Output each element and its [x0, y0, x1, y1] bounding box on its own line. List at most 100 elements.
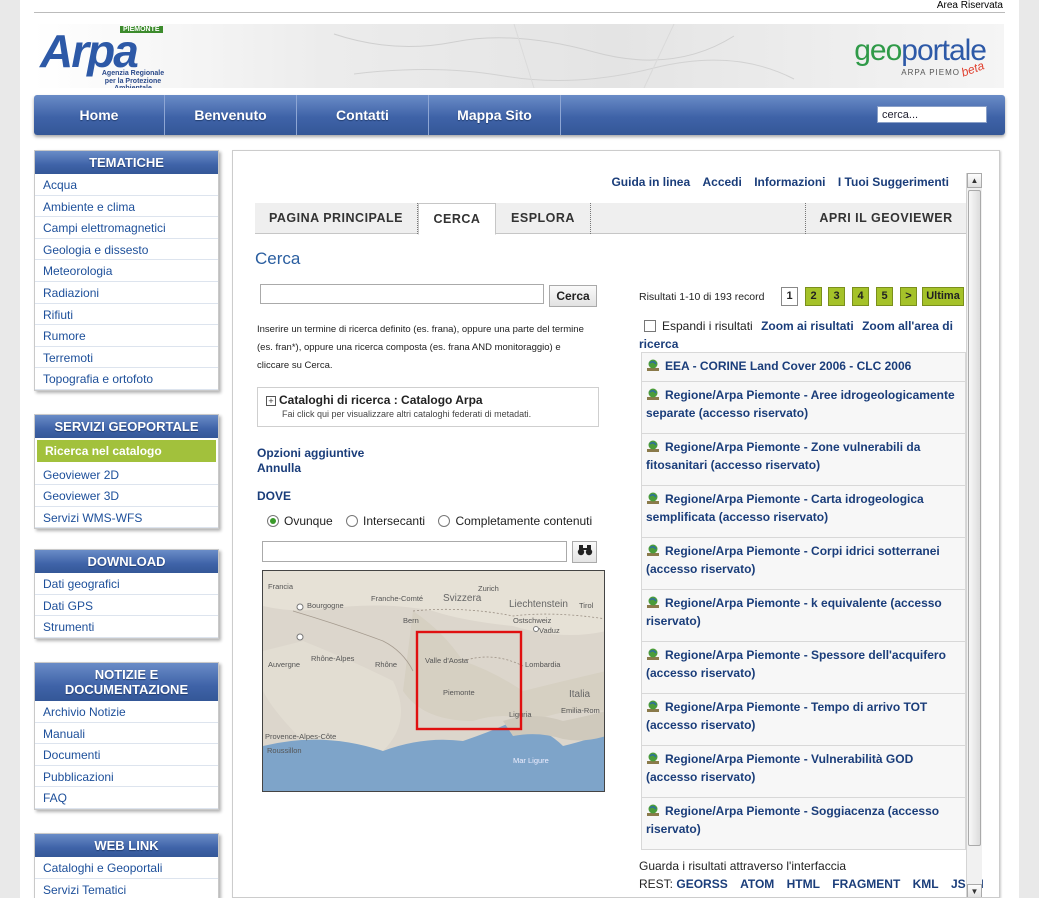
page-next[interactable]: >: [900, 287, 917, 306]
sidebar-weblink: WEB LINK Cataloghi e Geoportali Servizi …: [34, 833, 219, 898]
sidebar-item-geologia[interactable]: Geologia e dissesto: [35, 239, 218, 261]
expand-results-checkbox[interactable]: [644, 320, 656, 332]
binoculars-icon[interactable]: [572, 541, 597, 563]
results-count: Risultati 1-10 di 193 record: [639, 291, 765, 303]
sidebar-item-ricerca-catalogo[interactable]: Ricerca nel catalogo: [37, 440, 216, 462]
result-link[interactable]: Regione/Arpa Piemonte - Tempo di arrivo …: [646, 700, 927, 732]
link-guida[interactable]: Guida in linea: [611, 175, 690, 189]
scroll-up-icon[interactable]: ▲: [967, 173, 982, 188]
sidebar-item-rumore[interactable]: Rumore: [35, 325, 218, 347]
zoom-area-link[interactable]: Zoom all'area di: [862, 319, 953, 333]
sidebar-item-radiazioni[interactable]: Radiazioni: [35, 282, 218, 304]
catalog-box[interactable]: + Cataloghi di ricerca : Catalogo Arpa Fa…: [257, 387, 599, 427]
sidebar-item-terremoti[interactable]: Terremoti: [35, 347, 218, 369]
top-divider: [34, 12, 1005, 13]
geoportale-logo[interactable]: geoportale ARPA PIEMO beta: [816, 34, 987, 84]
expand-plus-icon[interactable]: +: [266, 395, 276, 406]
map-label-vaduz: Vaduz: [539, 626, 560, 635]
sidebar-item-topografia[interactable]: Topografia e ortofoto: [35, 368, 218, 390]
sidebar-item-cataloghi-geoportali[interactable]: Cataloghi e Geoportali: [35, 857, 218, 879]
result-link[interactable]: Regione/Arpa Piemonte - Vulnerabilità GO…: [646, 752, 913, 784]
sidebar-item-strumenti[interactable]: Strumenti: [35, 616, 218, 638]
sidebar-item-dati-gps[interactable]: Dati GPS: [35, 595, 218, 617]
sidebar-item-dati-geografici[interactable]: Dati geografici: [35, 573, 218, 595]
arpa-logo[interactable]: Arpa PIEMONTE Agenzia Regionale per la P…: [38, 25, 176, 88]
rest-kml-link[interactable]: KML: [913, 877, 939, 891]
main-panel: Guida in linea Accedi Informazioni I Tuo…: [232, 150, 1000, 898]
page-2[interactable]: 2: [805, 287, 822, 306]
tab-apri-geoviewer[interactable]: APRI IL GEOVIEWER: [805, 203, 967, 234]
tab-esplora[interactable]: ESPLORA: [496, 203, 591, 234]
search-button[interactable]: Cerca: [549, 285, 597, 307]
result-link[interactable]: Regione/Arpa Piemonte - Spessore dell'ac…: [646, 648, 946, 680]
sidebar-item-pubblicazioni[interactable]: Pubblicazioni: [35, 766, 218, 788]
list-item: Regione/Arpa Piemonte - Tempo di arrivo …: [641, 694, 966, 746]
zoom-area-link-2[interactable]: ricerca: [639, 337, 678, 351]
map-label-rhone: Rhône: [375, 660, 397, 669]
sidebar-item-documenti[interactable]: Documenti: [35, 744, 218, 766]
sidebar-item-rifiuti[interactable]: Rifiuti: [35, 304, 218, 326]
sidebar-item-servizi-wms-wfs[interactable]: Servizi WMS-WFS: [35, 507, 218, 529]
sidebar-item-geoviewer-3d[interactable]: Geoviewer 3D: [35, 485, 218, 507]
sidebar-item-acqua[interactable]: Acqua: [35, 174, 218, 196]
sidebar-tematiche-title: TEMATICHE: [35, 151, 218, 174]
tab-cerca[interactable]: CERCA: [418, 203, 496, 235]
location-search-input[interactable]: [262, 541, 567, 562]
result-link[interactable]: Regione/Arpa Piemonte - Aree idrogeologi…: [646, 388, 955, 420]
nav-home[interactable]: Home: [34, 95, 165, 135]
scroll-down-icon[interactable]: ▼: [967, 884, 982, 897]
sidebar-notizie-title-1: NOTIZIE E: [94, 667, 159, 682]
sidebar-item-manuali[interactable]: Manuali: [35, 723, 218, 745]
link-accedi[interactable]: Accedi: [702, 175, 741, 189]
reserved-area-link[interactable]: Area Riservata: [937, 0, 1003, 11]
rest-georss-link[interactable]: GEORSS: [676, 877, 727, 891]
nav-contatti[interactable]: Contatti: [297, 95, 429, 135]
nav-mappa-sito[interactable]: Mappa Sito: [429, 95, 561, 135]
radio-ovunque[interactable]: [267, 515, 279, 527]
result-link[interactable]: Regione/Arpa Piemonte - k equivalente (a…: [646, 596, 942, 628]
page-4[interactable]: 4: [852, 287, 869, 306]
page-3[interactable]: 3: [828, 287, 845, 306]
layer-icon: [647, 544, 659, 556]
rest-atom-link[interactable]: ATOM: [740, 877, 774, 891]
rest-fragment-link[interactable]: FRAGMENT: [832, 877, 900, 891]
arpa-logo-subtitle-2: per la Protezione Ambientale: [104, 78, 162, 88]
results-scrollbar[interactable]: ▲ ▼: [966, 173, 982, 897]
scroll-thumb[interactable]: [968, 190, 981, 846]
page-1[interactable]: 1: [781, 287, 798, 306]
layer-icon: [647, 388, 659, 400]
page-last[interactable]: Ultima: [922, 287, 964, 306]
page-5[interactable]: 5: [876, 287, 893, 306]
radio-contenuti[interactable]: [438, 515, 451, 527]
nav-benvenuto[interactable]: Benvenuto: [165, 95, 297, 135]
search-input[interactable]: [260, 284, 544, 304]
rest-html-link[interactable]: HTML: [787, 877, 820, 891]
list-item: Regione/Arpa Piemonte - Soggiacenza (acc…: [641, 798, 966, 850]
tab-pagina-principale[interactable]: PAGINA PRINCIPALE: [255, 203, 418, 234]
sidebar-item-campi-elettromagnetici[interactable]: Campi elettromagnetici: [35, 217, 218, 239]
sidebar-item-servizi-tematici[interactable]: Servizi Tematici: [35, 879, 218, 898]
result-link[interactable]: Regione/Arpa Piemonte - Corpi idrici sot…: [646, 544, 940, 576]
layer-icon: [647, 440, 659, 452]
nav-search-input[interactable]: [877, 106, 987, 123]
layer-icon: [647, 648, 659, 660]
map-label-zurich: Zurich: [478, 584, 499, 593]
sidebar-item-meteorologia[interactable]: Meteorologia: [35, 260, 218, 282]
search-area-map[interactable]: Francia Svizzera Liechtenstein Bourgogne…: [262, 570, 605, 792]
cancel-link[interactable]: Annulla: [257, 461, 364, 476]
sidebar-item-archivio-notizie[interactable]: Archivio Notizie: [35, 701, 218, 723]
map-label-auvergne: Auvergne: [268, 660, 300, 669]
search-help-text: Inserire un termine di ricerca definito …: [257, 324, 584, 371]
sidebar-item-faq[interactable]: FAQ: [35, 787, 218, 809]
link-suggerimenti[interactable]: I Tuoi Suggerimenti: [838, 175, 949, 189]
radio-intersecanti[interactable]: [346, 515, 359, 527]
result-link[interactable]: Regione/Arpa Piemonte - Zone vulnerabili…: [646, 440, 920, 472]
result-link[interactable]: Regione/Arpa Piemonte - Soggiacenza (acc…: [646, 804, 939, 836]
result-link[interactable]: EEA - CORINE Land Cover 2006 - CLC 2006: [665, 359, 911, 373]
sidebar-item-ambiente-clima[interactable]: Ambiente e clima: [35, 196, 218, 218]
additional-options-link[interactable]: Opzioni aggiuntive: [257, 446, 364, 461]
zoom-results-link[interactable]: Zoom ai risultati: [761, 319, 854, 333]
sidebar-item-geoviewer-2d[interactable]: Geoviewer 2D: [35, 464, 218, 486]
link-informazioni[interactable]: Informazioni: [754, 175, 825, 189]
result-link[interactable]: Regione/Arpa Piemonte - Carta idrogeolog…: [646, 492, 924, 524]
